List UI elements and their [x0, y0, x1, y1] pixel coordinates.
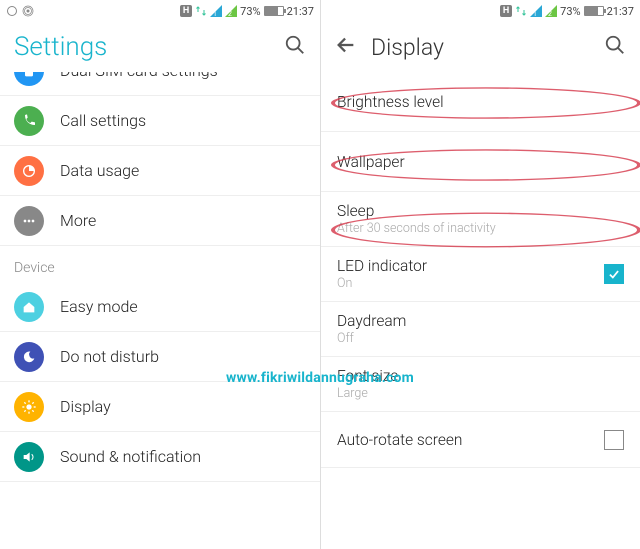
display-list: Brightness level Wallpaper Sleep After 3…: [321, 72, 640, 468]
search-icon[interactable]: [604, 34, 626, 60]
row-brightness[interactable]: Brightness level: [321, 72, 640, 132]
search-icon[interactable]: [284, 34, 306, 60]
row-label: More: [60, 211, 96, 230]
row-wallpaper[interactable]: Wallpaper: [321, 132, 640, 192]
row-label: Wallpaper: [337, 153, 624, 171]
row-label: Sound & notification: [60, 447, 201, 466]
led-checkbox[interactable]: [604, 264, 624, 284]
app-icon: [6, 5, 18, 17]
home-icon: [14, 292, 44, 322]
status-bar: H 1 2 73% 21:37: [321, 0, 640, 22]
page-title: Settings: [14, 32, 270, 62]
settings-list: Dual SIM card settings Call settings Dat…: [0, 72, 320, 482]
row-label: Display: [60, 397, 111, 416]
svg-text:2: 2: [228, 10, 232, 17]
app-bar: Settings: [0, 22, 320, 72]
display-screen: H 1 2 73% 21:37 Display Brightness level…: [320, 0, 640, 549]
status-time: 21:37: [607, 5, 634, 18]
row-label: Dual SIM card settings: [60, 72, 218, 80]
row-data-usage[interactable]: Data usage: [0, 146, 320, 196]
row-label: Call settings: [60, 111, 146, 130]
data-icon: [14, 156, 44, 186]
row-label: Sleep: [337, 202, 624, 220]
hotspot-icon: [22, 5, 34, 17]
row-led-indicator[interactable]: LED indicator On: [321, 247, 640, 302]
more-icon: [14, 206, 44, 236]
row-label: Data usage: [60, 161, 139, 180]
svg-text:2: 2: [548, 10, 552, 17]
row-label: Do not disturb: [60, 347, 159, 366]
battery-icon: [264, 6, 284, 16]
row-label: LED indicator: [337, 257, 604, 275]
signal1-icon: 1: [210, 5, 222, 17]
phone-icon: [14, 106, 44, 136]
back-icon[interactable]: [335, 34, 357, 60]
updown-icon: [515, 5, 527, 17]
section-device: Device: [0, 246, 320, 282]
row-auto-rotate[interactable]: Auto-rotate screen: [321, 412, 640, 468]
row-label: Easy mode: [60, 297, 138, 316]
battery-pct: 73%: [560, 5, 580, 18]
page-title: Display: [371, 34, 590, 61]
battery-icon: [584, 6, 604, 16]
sun-icon: [14, 392, 44, 422]
row-sublabel: On: [337, 276, 604, 291]
svg-text:1: 1: [533, 10, 537, 17]
row-sublabel: Large: [337, 386, 624, 401]
status-time: 21:37: [287, 5, 314, 18]
row-more[interactable]: More: [0, 196, 320, 246]
row-daydream[interactable]: Daydream Off: [321, 302, 640, 357]
row-label: Auto-rotate screen: [337, 431, 604, 449]
row-sound[interactable]: Sound & notification: [0, 432, 320, 482]
row-dual-sim[interactable]: Dual SIM card settings: [0, 72, 320, 96]
settings-screen: H 1 2 73% 21:37 Settings Dual SIM card s…: [0, 0, 320, 549]
row-label: Font size: [337, 367, 624, 385]
row-easy-mode[interactable]: Easy mode: [0, 282, 320, 332]
app-bar: Display: [321, 22, 640, 72]
row-sublabel: Off: [337, 331, 624, 346]
row-label: Brightness level: [337, 93, 624, 111]
signal2-icon: 2: [545, 5, 557, 17]
row-font-size[interactable]: Font size Large: [321, 357, 640, 412]
sim-icon: [14, 72, 44, 86]
row-label: Daydream: [337, 312, 624, 330]
row-call-settings[interactable]: Call settings: [0, 96, 320, 146]
moon-icon: [14, 342, 44, 372]
status-bar: H 1 2 73% 21:37: [0, 0, 320, 22]
svg-text:1: 1: [213, 10, 217, 17]
row-sleep[interactable]: Sleep After 30 seconds of inactivity: [321, 192, 640, 247]
row-sublabel: After 30 seconds of inactivity: [337, 221, 624, 236]
row-display[interactable]: Display: [0, 382, 320, 432]
signal1-icon: 1: [530, 5, 542, 17]
row-do-not-disturb[interactable]: Do not disturb: [0, 332, 320, 382]
updown-icon: [195, 5, 207, 17]
autorotate-checkbox[interactable]: [604, 430, 624, 450]
network-type-badge: H: [500, 5, 512, 17]
network-type-badge: H: [180, 5, 192, 17]
speaker-icon: [14, 442, 44, 472]
signal2-icon: 2: [225, 5, 237, 17]
battery-pct: 73%: [240, 5, 260, 18]
